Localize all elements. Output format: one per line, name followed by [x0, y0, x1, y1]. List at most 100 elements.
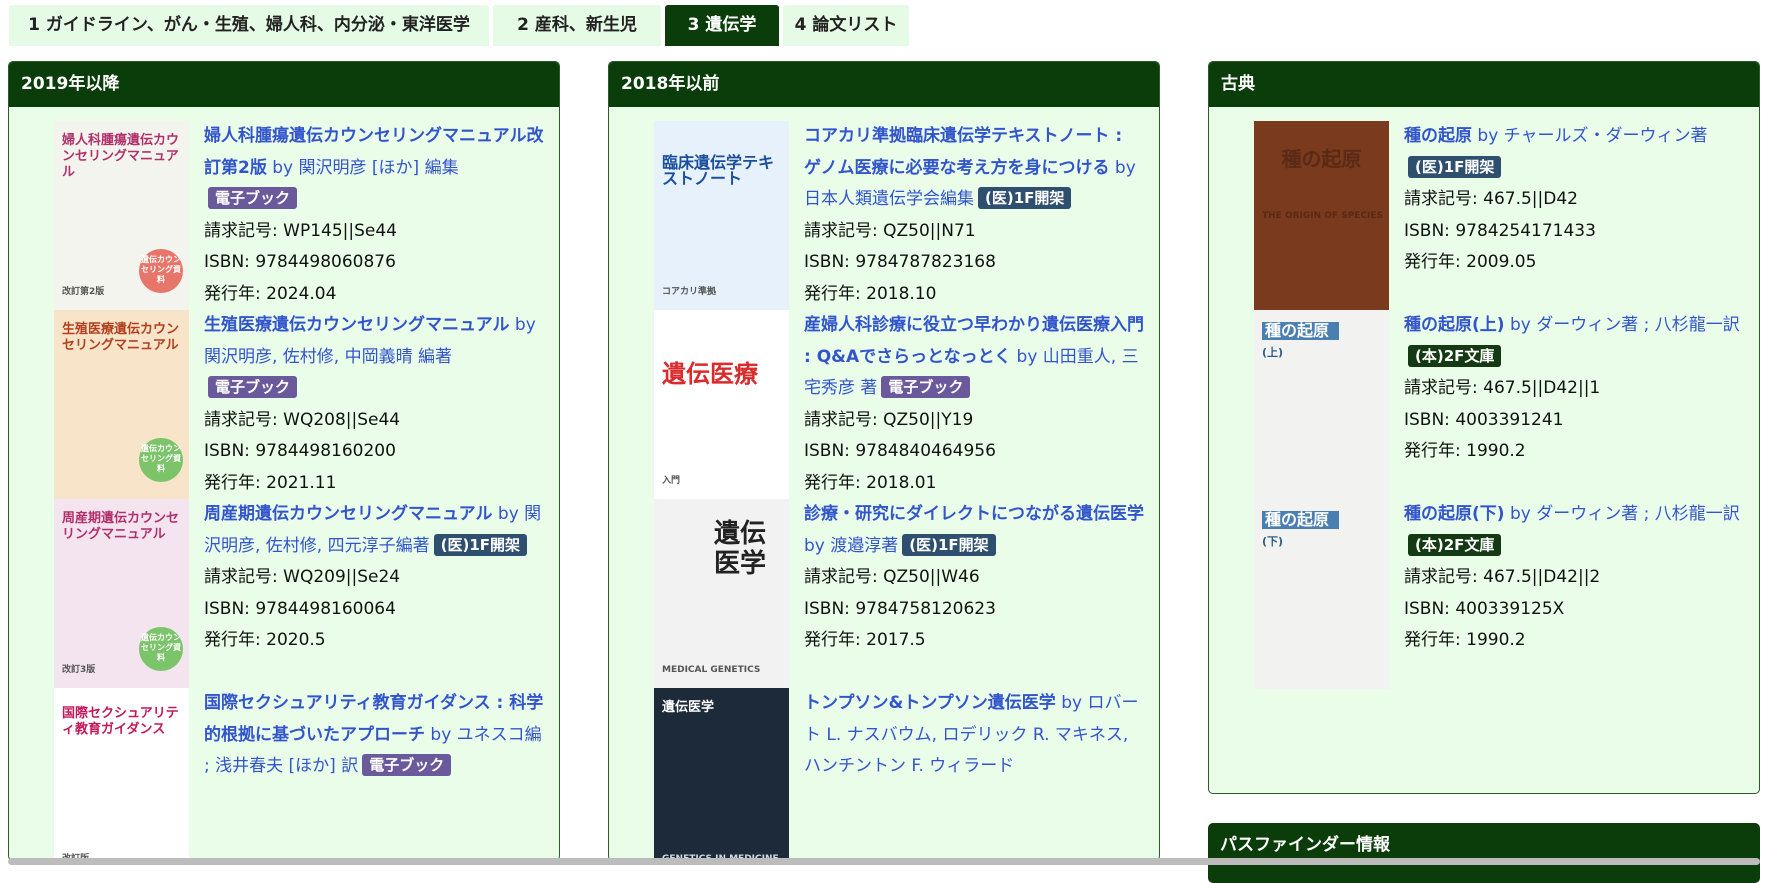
panel-title: 2018年以前 — [609, 62, 1159, 107]
book-title-line: 周産期遺伝カウンセリングマニュアル by 関沢明彦, 佐村修, 四元淳子編著 (医… — [204, 499, 544, 562]
book-item: 臨床遺伝学テキストノート コアカリ準拠 コアカリ準拠臨床遺伝学テキストノート : ゲ… — [654, 121, 1154, 316]
book-item: 遺伝医療 入門 産婦人科診療に役立つ早わかり遺伝医療入門 : Q&Aでさらっとなっと… — [654, 310, 1154, 505]
ebook-badge[interactable]: 電子ブック — [881, 376, 971, 398]
cover-subtitle: THE ORIGIN OF SPECIES — [1262, 211, 1384, 221]
book-cover-image[interactable]: 周産期遺伝カウンセリングマニュアル改訂3版 遺伝カウンセリング資料 — [54, 499, 189, 689]
cover-seal: 遺伝カウンセリング資料 — [139, 627, 183, 671]
book-title-line: 種の起原(上) by ダーウィン著 ; 八杉龍一訳(本)2F文庫 — [1404, 310, 1744, 373]
book-title-link[interactable]: 種の起原 — [1404, 126, 1472, 146]
cover-title: 生殖医療遺伝カウンセリングマニュアル — [62, 322, 180, 353]
book-author: by 関沢明彦 [ほか] 編集 — [266, 157, 459, 178]
tab-genetics[interactable]: 3 遺伝学 — [665, 5, 779, 46]
book-cover-image[interactable]: 生殖医療遺伝カウンセリングマニュアル遺伝カウンセリング資料 — [54, 310, 189, 500]
cover-title: 婦人科腫瘍遺伝カウンセリングマニュアル — [62, 133, 180, 180]
book-item: 周産期遺伝カウンセリングマニュアル 改訂3版 遺伝カウンセリング資料 周産期遺伝カウン… — [54, 499, 554, 694]
book-info: 種の起原(下) by ダーウィン著 ; 八杉龍一訳(本)2F文庫請求記号: 46… — [1404, 499, 1744, 657]
book-cover-image[interactable]: 婦人科腫瘍遺伝カウンセリングマニュアル 改訂第2版 遺伝カウンセリング資料 — [54, 121, 189, 311]
book-title-line: トンプソン&トンプソン遺伝医学 by ロバート L. ナスバウム, ロデリック … — [804, 688, 1144, 783]
publication-year: 発行年: 2021.11 — [204, 472, 337, 493]
book-info: トンプソン&トンプソン遺伝医学 by ロバート L. ナスバウム, ロデリック … — [804, 688, 1144, 783]
book-author: by ダーウィン著 ; 八杉龍一訳 — [1504, 315, 1740, 335]
book-info: 生殖医療遺伝カウンセリングマニュアル by 関沢明彦, 佐村修, 中岡義晴 編著… — [204, 310, 544, 499]
book-title-link[interactable]: トンプソン&トンプソン遺伝医学 — [804, 693, 1056, 713]
book-cover-image[interactable]: 遺伝医療 入門 — [654, 310, 789, 500]
book-info: 種の起原 by チャールズ・ダーウィン著 (医)1F開架 請求記号: 467.5||… — [1404, 121, 1744, 279]
cover-title: 種の起原 — [1262, 322, 1339, 340]
book-cover-image[interactable]: 種の起原 (下) — [1254, 499, 1389, 689]
location-badge: (医)1F開架 — [1408, 155, 1502, 178]
book-author: by ダーウィン著 ; 八杉龍一訳 — [1504, 504, 1740, 524]
ebook-badge[interactable]: 電子ブック — [362, 754, 452, 776]
location-badge: (本)2F文庫 — [1408, 533, 1502, 556]
call-number: 請求記号: QZ50||W46 — [804, 567, 980, 587]
book-info: 国際セクシュアリティ教育ガイダンス : 科学的根拠に基づいたアプローチ by ユ… — [204, 688, 544, 783]
cover-title: 周産期遺伝カウンセリングマニュアル — [62, 511, 180, 542]
cover-title: 種の起原 — [1262, 511, 1339, 529]
publication-year: 発行年: 2024.04 — [204, 283, 337, 304]
book-cover-image[interactable]: 遺伝医学GENETICS IN MEDICINE — [654, 688, 789, 860]
book-title-link[interactable]: 診療・研究にダイレクトにつながる遺伝医学 — [804, 504, 1144, 524]
book-item: 遺伝医学GENETICS IN MEDICINEトンプソン&トンプソン遺伝医学 … — [654, 688, 1154, 860]
book-info: コアカリ準拠臨床遺伝学テキストノート : ゲノム医療に必要な考え方を身につける … — [804, 121, 1144, 310]
book-title-link[interactable]: 周産期遺伝カウンセリングマニュアル — [204, 504, 493, 524]
isbn: ISBN: 9784254171433 — [1404, 220, 1596, 241]
panel-2018-before: 2018年以前 臨床遺伝学テキストノート コアカリ準拠 コアカリ準拠臨床遺伝学テキス… — [608, 61, 1160, 861]
pathfinder-title: パスファインダー情報 — [1220, 835, 1390, 855]
cover-title: 臨床遺伝学テキストノート — [662, 153, 775, 188]
book-title-link[interactable]: 種の起原(下) — [1404, 504, 1505, 524]
book-title-line: 国際セクシュアリティ教育ガイダンス : 科学的根拠に基づいたアプローチ by ユ… — [204, 688, 544, 783]
isbn: ISBN: 9784758120623 — [804, 598, 996, 619]
book-info: 種の起原(上) by ダーウィン著 ; 八杉龍一訳(本)2F文庫請求記号: 46… — [1404, 310, 1744, 468]
book-item: 遺伝医学 MEDICAL GENETICS 診療・研究にダイレクトにつながる遺伝医学… — [654, 499, 1154, 694]
cover-subtitle: MEDICAL GENETICS — [662, 665, 761, 675]
isbn: ISBN: 9784498160064 — [204, 598, 396, 619]
book-item: 種の起原 (上) 種の起原(上) by ダーウィン著 ; 八杉龍一訳(本)2F文庫請… — [1254, 310, 1754, 505]
cover-subtitle: (上) — [1262, 346, 1284, 359]
cover-subtitle: (下) — [1262, 535, 1284, 548]
tab-papers[interactable]: 4 論文リスト — [783, 5, 909, 46]
book-title-line: 種の起原(下) by ダーウィン著 ; 八杉龍一訳(本)2F文庫 — [1404, 499, 1744, 562]
book-title-line: 婦人科腫瘍遺伝カウンセリングマニュアル改訂第2版 by 関沢明彦 [ほか] 編集… — [204, 121, 544, 216]
cover-subtitle: 改訂3版 — [62, 665, 96, 675]
cover-title: 遺伝医療 — [662, 360, 758, 388]
isbn: ISBN: 9784498160200 — [204, 441, 396, 461]
call-number: 請求記号: WQ208||Se44 — [204, 409, 401, 430]
panel-2019-onward: 2019年以降 婦人科腫瘍遺伝カウンセリングマニュアル 改訂第2版 遺伝カウンセリン… — [8, 61, 560, 861]
call-number: 請求記号: 467.5||D42||1 — [1404, 378, 1601, 398]
cover-seal: 遺伝カウンセリング資料 — [139, 249, 183, 293]
pathfinder-header: パスファインダー情報 — [1208, 823, 1760, 883]
book-item: 婦人科腫瘍遺伝カウンセリングマニュアル 改訂第2版 遺伝カウンセリング資料 婦人科腫瘍… — [54, 121, 554, 316]
book-cover-image[interactable]: 遺伝医学 MEDICAL GENETICS — [654, 499, 789, 689]
location-badge: (医)1F開架 — [902, 533, 996, 556]
book-info: 産婦人科診療に役立つ早わかり遺伝医療入門 : Q&Aでさらっとなっとく by 山… — [804, 310, 1144, 499]
book-info: 診療・研究にダイレクトにつながる遺伝医学 by 渡邉淳著 (医)1F開架請求記号:… — [804, 499, 1144, 657]
book-cover-image[interactable]: 国際セクシュアリティ教育ガイダンス改訂版 — [54, 688, 189, 860]
book-item: 種の起原 THE ORIGIN OF SPECIES 種の起原 by チャールズ・ダ… — [1254, 121, 1754, 316]
book-title-line: 診療・研究にダイレクトにつながる遺伝医学 by 渡邉淳著 (医)1F開架 — [804, 499, 1144, 562]
book-info: 周産期遺伝カウンセリングマニュアル by 関沢明彦, 佐村修, 四元淳子編著 (医… — [204, 499, 544, 657]
location-badge: (医)1F開架 — [433, 533, 528, 556]
book-title-line: 産婦人科診療に役立つ早わかり遺伝医療入門 : Q&Aでさらっとなっとく by 山… — [804, 310, 1144, 405]
tab-obstetrics[interactable]: 2 産科、新生児 — [493, 5, 661, 46]
book-cover-image[interactable]: 種の起原 THE ORIGIN OF SPECIES — [1254, 121, 1389, 311]
call-number: 請求記号: 467.5||D42||2 — [1404, 567, 1601, 587]
ebook-badge[interactable]: 電子ブック — [208, 187, 298, 209]
tab-guideline[interactable]: 1 ガイドライン、がん・生殖、婦人科、内分泌・東洋医学 — [9, 5, 489, 46]
cover-seal: 遺伝カウンセリング資料 — [139, 438, 183, 482]
book-info: 婦人科腫瘍遺伝カウンセリングマニュアル改訂第2版 by 関沢明彦 [ほか] 編集… — [204, 121, 544, 310]
book-cover-image[interactable]: 種の起原 (上) — [1254, 310, 1389, 500]
book-title-link[interactable]: コアカリ準拠臨床遺伝学テキストノート : ゲノム医療に必要な考え方を身につける — [804, 126, 1122, 178]
horizontal-scrollbar[interactable] — [8, 858, 1760, 865]
book-title-link[interactable]: 生殖医療遺伝カウンセリングマニュアル — [204, 315, 510, 335]
book-item: 種の起原 (下) 種の起原(下) by ダーウィン著 ; 八杉龍一訳(本)2F文庫請… — [1254, 499, 1754, 694]
isbn: ISBN: 4003391241 — [1404, 409, 1564, 430]
publication-year: 発行年: 2020.5 — [204, 630, 326, 650]
book-title-link[interactable]: 種の起原(上) — [1404, 315, 1505, 335]
location-badge: (本)2F文庫 — [1408, 344, 1502, 367]
isbn: ISBN: 9784840464956 — [804, 441, 996, 461]
book-cover-image[interactable]: 臨床遺伝学テキストノート コアカリ準拠 — [654, 121, 789, 311]
cover-title: 遺伝医学 — [662, 700, 715, 715]
ebook-badge[interactable]: 電子ブック — [208, 376, 298, 398]
publication-year: 発行年: 2017.5 — [804, 630, 926, 650]
publication-year: 発行年: 1990.2 — [1404, 441, 1526, 461]
